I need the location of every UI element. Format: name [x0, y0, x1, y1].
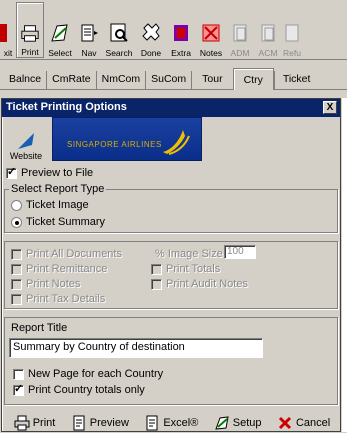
ticket-summary-radio[interactable]: [11, 216, 22, 228]
search-icon: [110, 23, 128, 42]
print-remittance-row[interactable]: Print Remittance: [11, 261, 107, 277]
background-panel-edge: [342, 98, 347, 432]
ticket-image-label: Ticket Image: [26, 199, 89, 211]
acm-icon: [261, 24, 275, 42]
tab-ctry[interactable]: Ctry: [232, 68, 274, 90]
exit-button[interactable]: xit: [0, 2, 16, 58]
report-type-group-label: Select Report Type: [9, 183, 107, 195]
tab-cmrate[interactable]: CmRate: [46, 71, 96, 89]
website-label: Website: [9, 151, 43, 161]
printer-icon: [21, 25, 39, 42]
ticket-image-radio[interactable]: [11, 199, 22, 211]
adm-icon: [233, 24, 247, 42]
excel-button[interactable]: Excel®: [144, 415, 198, 431]
preview-to-file-row[interactable]: Preview to File: [6, 165, 93, 181]
country-totals-row[interactable]: Print Country totals only: [13, 382, 145, 398]
preview-to-file-label: Preview to File: [21, 167, 94, 179]
print-notes-row[interactable]: Print Notes: [11, 276, 80, 292]
tab-sucom[interactable]: SuCom: [145, 71, 191, 89]
report-title-group: Report Title Summary by Country of desti…: [4, 317, 338, 405]
new-page-checkbox[interactable]: [13, 368, 24, 380]
print-audit-notes-label: Print Audit Notes: [166, 278, 248, 290]
close-button[interactable]: X: [323, 101, 337, 114]
print-all-documents-checkbox[interactable]: [11, 248, 22, 260]
preview-button[interactable]: Preview: [71, 415, 129, 431]
print-totals-row[interactable]: Print Totals: [151, 261, 220, 277]
dialog-titlebar: Ticket Printing Options X: [2, 99, 340, 117]
cancel-button[interactable]: Cancel: [277, 415, 330, 431]
excel-icon: [146, 415, 158, 431]
airline-logo-icon: [18, 133, 34, 149]
ticket-summary-label: Ticket Summary: [26, 216, 106, 228]
preview-to-file-checkbox[interactable]: [6, 165, 17, 179]
refund-button[interactable]: Refu: [282, 2, 302, 58]
new-page-label: New Page for each Country: [28, 368, 164, 380]
dialog-button-bar: Print Preview Excel® Setup Cancel: [2, 413, 342, 433]
setup-button[interactable]: Setup: [214, 415, 262, 431]
ticket-summary-option[interactable]: Ticket Summary: [11, 214, 105, 230]
print-all-documents-label: Print All Documents: [26, 248, 122, 260]
notes-icon: [202, 24, 220, 42]
ticket-printing-options-dialog: Ticket Printing Options X Website SINGAP…: [1, 98, 341, 432]
nav-icon: [81, 24, 98, 42]
tab-nmcom[interactable]: NmCom: [95, 71, 146, 89]
print-tax-details-checkbox[interactable]: [11, 293, 22, 305]
setup-icon: [215, 416, 229, 430]
report-title-input[interactable]: Summary by Country of destination: [9, 338, 263, 358]
refund-icon: [285, 24, 299, 42]
print-remittance-label: Print Remittance: [26, 263, 108, 275]
image-size-label: % Image Size: [155, 248, 223, 260]
website-button[interactable]: Website: [6, 123, 46, 163]
print-options-group: Print All Documents % Image Size 100 Pri…: [4, 241, 338, 309]
country-totals-checkbox[interactable]: [13, 382, 24, 396]
nav-button[interactable]: Nav: [76, 2, 102, 58]
country-totals-label: Print Country totals only: [28, 384, 145, 396]
print-totals-checkbox[interactable]: [151, 263, 162, 275]
dialog-title: Ticket Printing Options: [6, 101, 127, 113]
bird-logo-icon: [163, 130, 190, 155]
print-audit-notes-checkbox[interactable]: [151, 278, 162, 290]
report-type-group: Select Report Type Ticket Image Ticket S…: [4, 183, 338, 233]
acm-button[interactable]: ACM: [254, 2, 282, 58]
print-notes-checkbox[interactable]: [11, 278, 22, 290]
adm-button[interactable]: ADM: [226, 2, 254, 58]
print-totals-label: Print Totals: [166, 263, 221, 275]
printer-icon: [14, 415, 30, 431]
image-size-input[interactable]: 100: [224, 245, 256, 259]
extra-icon: [174, 25, 188, 41]
print-tax-details-row[interactable]: Print Tax Details: [11, 291, 105, 307]
print-remittance-checkbox[interactable]: [11, 263, 22, 275]
search-button[interactable]: Search: [102, 2, 136, 58]
main-toolbar: xit Print Select Nav Search Done Extra N…: [0, 0, 347, 60]
select-button[interactable]: Select: [44, 2, 76, 58]
preview-icon: [73, 415, 85, 431]
notes-button[interactable]: Notes: [196, 2, 226, 58]
tab-strip: Balnce CmRate NmCom SuCom Tour Ctry Tick…: [0, 68, 347, 90]
select-icon: [51, 24, 68, 42]
print-button[interactable]: Print: [16, 2, 44, 58]
cancel-icon: [278, 416, 292, 430]
print-dialog-button[interactable]: Print: [14, 415, 55, 431]
tab-tour[interactable]: Tour: [191, 71, 232, 89]
report-title-label: Report Title: [11, 322, 68, 334]
print-notes-label: Print Notes: [26, 278, 81, 290]
ticket-image-option[interactable]: Ticket Image: [11, 197, 89, 213]
tab-ticket[interactable]: Ticket: [273, 71, 319, 89]
print-tax-details-label: Print Tax Details: [26, 293, 106, 305]
tab-balance[interactable]: Balnce: [4, 71, 46, 89]
airline-banner: SINGAPORE AIRLINES: [52, 117, 202, 161]
print-all-documents-row[interactable]: Print All Documents: [11, 246, 122, 262]
extra-button[interactable]: Extra: [166, 2, 196, 58]
print-audit-notes-row[interactable]: Print Audit Notes: [151, 276, 248, 292]
done-button[interactable]: Done: [136, 2, 166, 58]
banner-text: SINGAPORE AIRLINES: [67, 140, 162, 149]
exit-icon: [0, 24, 7, 42]
header-area: Website SINGAPORE AIRLINES: [2, 117, 340, 165]
new-page-row[interactable]: New Page for each Country: [13, 366, 163, 382]
done-icon: [142, 23, 160, 41]
